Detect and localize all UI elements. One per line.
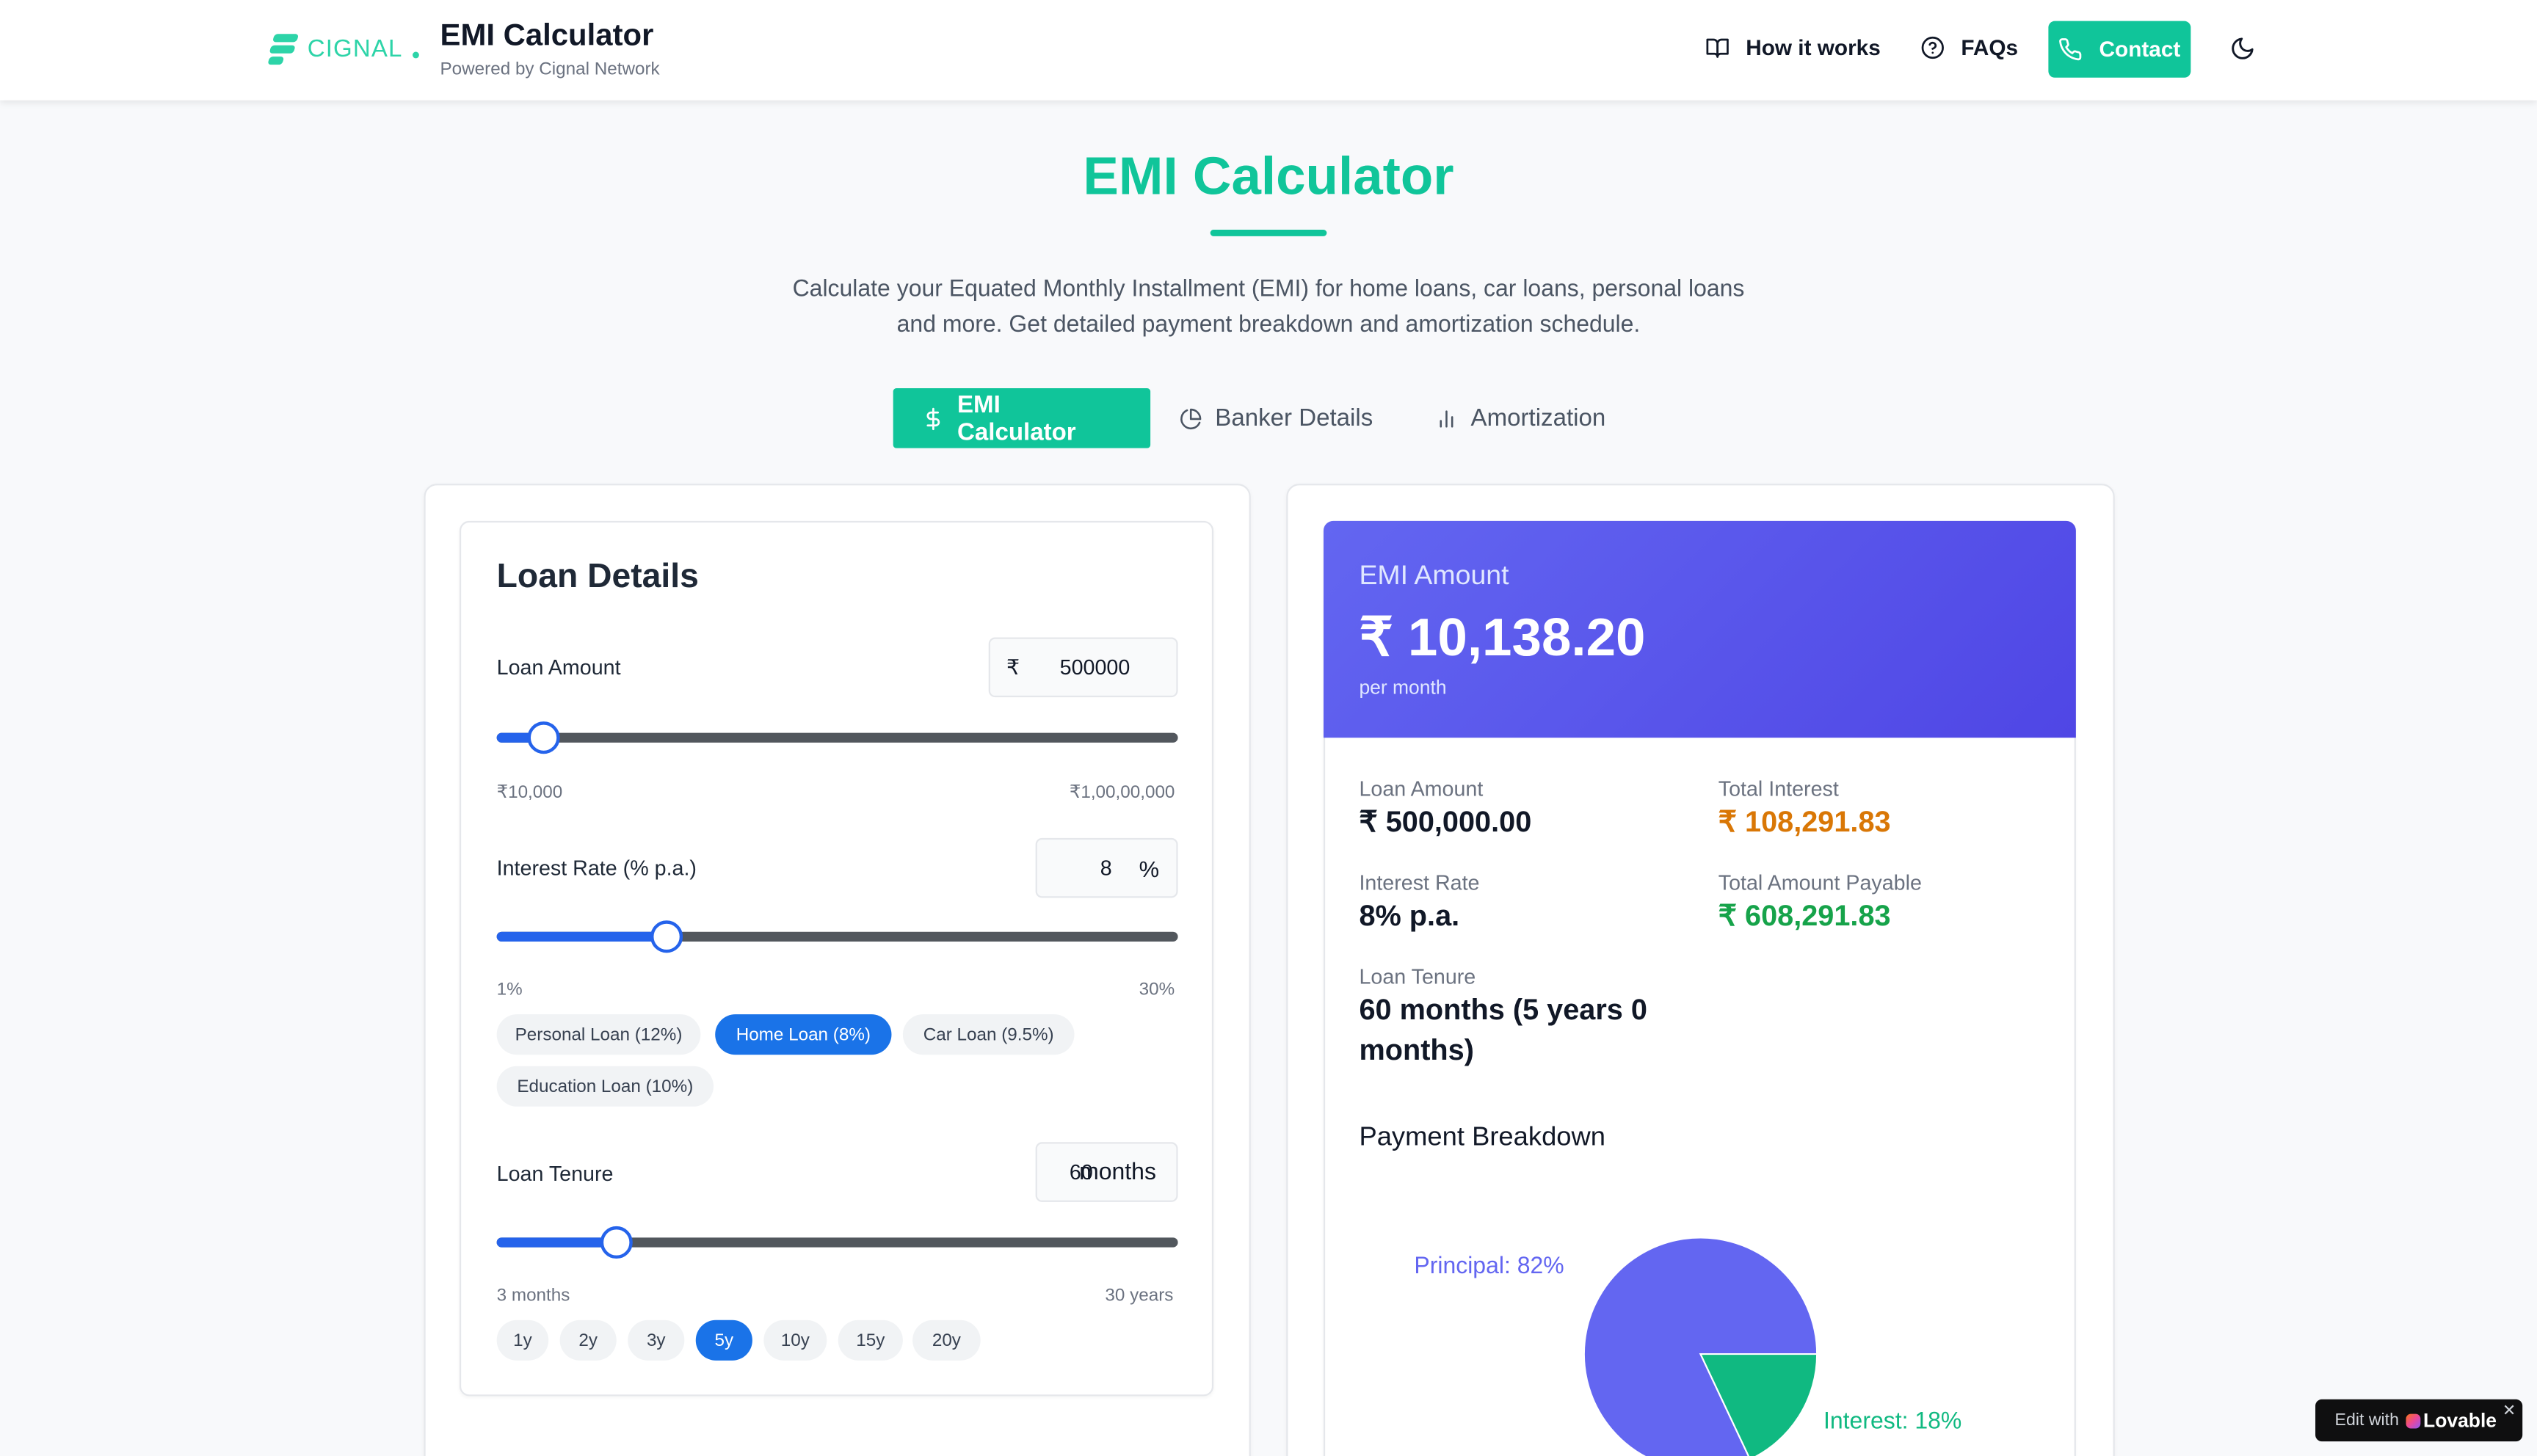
tab-label: Amortization [1470,404,1606,432]
loan-tenure-stat-label: Loan Tenure [1359,964,1476,989]
interest-rate-value: 8 [1100,856,1112,881]
loan-amount-label: Loan Amount [496,655,621,680]
contact-label: Contact [2099,37,2181,62]
loan-details-title: Loan Details [496,558,699,596]
loan-tenure-stat-value-line1: 60 months (5 years 0 [1359,993,1647,1026]
interest-rate-stat-label: Interest Rate [1359,870,1480,895]
payment-breakdown-title: Payment Breakdown [1359,1122,1606,1152]
tab-banker-details[interactable]: Banker Details [1180,388,1373,448]
emi-amount-label: EMI Amount [1359,559,1509,591]
tenure-preset-10y[interactable]: 10y [763,1320,827,1361]
page-description: Calculate your Equated Monthly Installme… [792,276,1745,338]
tenure-preset-20y[interactable]: 20y [912,1320,981,1361]
top-header: CIGNAL EMI Calculator Powered by Cignal … [0,0,2537,101]
pie-principal-label: Principal: 82% [1414,1253,1564,1280]
how-it-works-link[interactable]: How it works [1705,35,1881,60]
loan-amount-slider[interactable] [496,721,1178,754]
emi-amount-value: ₹ 10,138.20 [1359,606,1646,667]
loan-amount-input[interactable]: ₹ 500000 [988,637,1178,698]
lovable-brand: Lovable [2423,1409,2497,1432]
tab-label: Banker Details [1215,404,1373,432]
loan-amount-min: ₹10,000 [496,782,563,803]
preset-education-loan[interactable]: Education Loan (10%) [496,1066,714,1107]
faqs-label: FAQs [1961,35,2019,60]
preset-home-loan[interactable]: Home Loan (8%) [715,1014,892,1055]
loan-tenure-slider[interactable] [496,1226,1178,1259]
slider-thumb[interactable] [599,1226,633,1259]
phone-icon [2059,38,2083,61]
edit-with-label: Edit with [2334,1410,2399,1430]
loan-tenure-stat-value-line2: months) [1359,1033,1474,1066]
cignal-logo[interactable]: CIGNAL [267,32,419,65]
loan-tenure-max: 30 years [1105,1286,1174,1306]
loan-amount-stat-value: ₹ 500,000.00 [1359,805,1532,838]
logo-text: CIGNAL [307,34,403,62]
loan-amount-value: 500000 [1059,655,1130,680]
how-it-works-label: How it works [1746,35,1881,60]
interest-rate-min: 1% [496,980,523,1000]
close-icon[interactable]: ✕ [2502,1402,2516,1420]
tenure-preset-5y[interactable]: 5y [695,1320,752,1361]
tenure-preset-2y[interactable]: 2y [559,1320,617,1361]
pie-interest-label: Interest: 18% [1823,1409,1962,1435]
logo-dot [412,51,419,59]
tab-amortization[interactable]: Amortization [1435,388,1605,448]
pie-chart-icon [1180,407,1202,429]
total-payable-value: ₹ 608,291.83 [1718,899,1891,932]
tab-emi-calculator[interactable]: EMI Calculator [893,388,1151,448]
total-interest-label: Total Interest [1718,776,1839,801]
total-payable-label: Total Amount Payable [1718,870,1922,895]
loan-tenure-label: Loan Tenure [496,1161,614,1186]
loan-amount-max: ₹1,00,00,000 [1069,782,1175,803]
preset-personal-loan[interactable]: Personal Loan (12%) [496,1014,701,1055]
tenure-preset-3y[interactable]: 3y [628,1320,685,1361]
emi-per-month: per month [1359,676,1447,699]
cignal-logo-icon [267,32,301,65]
book-open-icon [1706,38,1729,58]
tab-label: EMI Calculator [957,390,1076,446]
theme-toggle-button[interactable] [2229,35,2255,69]
interest-rate-stat-value: 8% p.a. [1359,899,1460,932]
moon-icon [2232,37,2254,59]
interest-rate-input[interactable]: 8 % [1035,837,1178,898]
edit-with-lovable-badge[interactable]: Edit with Lovable ✕ [2315,1399,2523,1442]
emi-summary-header: EMI Amount ₹ 10,138.20 per month [1323,520,2076,738]
loan-tenure-min: 3 months [496,1286,570,1306]
interest-rate-label: Interest Rate (% p.a.) [496,856,697,881]
tenure-preset-1y[interactable]: 1y [496,1320,549,1361]
page-title: EMI Calculator [1083,145,1454,205]
faqs-link[interactable]: FAQs [1920,35,2019,60]
tenure-preset-15y[interactable]: 15y [838,1320,903,1361]
lovable-heart-icon [2405,1413,2420,1428]
title-underline [1210,230,1327,236]
contact-button[interactable]: Contact [2048,21,2191,78]
percent-icon: % [1139,855,1160,881]
bar-chart-icon [1440,410,1453,427]
app-title: EMI Calculator [440,19,654,54]
dollar-sign-icon [926,407,940,429]
loan-tenure-unit: months [1079,1159,1156,1185]
loan-tenure-input[interactable]: 60 months [1035,1142,1178,1202]
help-circle-icon [1921,36,1944,59]
payment-breakdown-pie [1583,1237,1818,1456]
interest-rate-slider[interactable] [496,920,1178,953]
loan-amount-stat-label: Loan Amount [1359,776,1484,801]
slider-fill [496,1237,617,1248]
total-interest-value: ₹ 108,291.83 [1718,805,1891,838]
app-subtitle: Powered by Cignal Network [440,59,660,80]
interest-rate-max: 30% [1139,980,1175,1000]
slider-fill [496,931,667,942]
preset-car-loan[interactable]: Car Loan (9.5%) [902,1014,1075,1055]
rupee-icon: ₹ [1006,654,1020,679]
